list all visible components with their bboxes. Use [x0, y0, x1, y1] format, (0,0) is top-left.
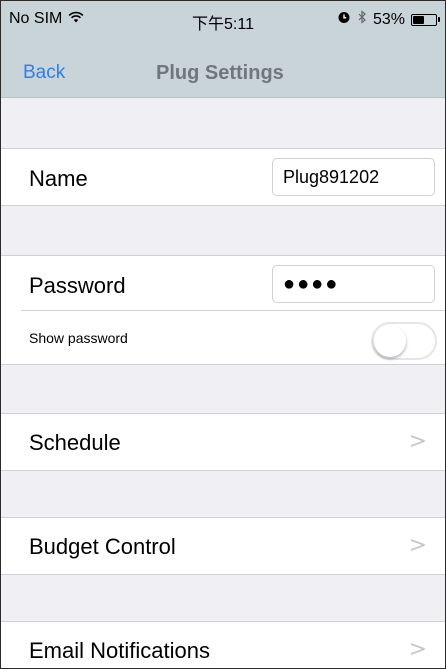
name-row: Name — [1, 148, 445, 206]
battery-fill — [413, 15, 424, 24]
name-label: Name — [29, 166, 88, 191]
status-right: 53% — [337, 10, 440, 29]
chevron-right-icon: > — [408, 533, 427, 558]
app-screen: No SIM 下午5:11 53% Back Plug Settings Nam… — [0, 0, 446, 669]
show-password-toggle-area — [355, 311, 445, 364]
name-field[interactable] — [272, 158, 435, 196]
bluetooth-icon — [357, 10, 367, 29]
budget-control-row[interactable]: Budget Control > — [1, 517, 445, 575]
email-notifications-label: Email Notifications — [29, 638, 210, 663]
name-input[interactable] — [273, 159, 434, 195]
show-password-label: Show password — [29, 330, 128, 346]
toggle-knob — [374, 325, 406, 357]
chevron-right-icon: > — [408, 637, 427, 662]
battery-percent: 53% — [372, 10, 405, 28]
password-field[interactable]: ●●●● — [272, 265, 435, 303]
budget-control-label: Budget Control — [29, 534, 176, 559]
password-group: Password ●●●● Show password — [1, 255, 445, 365]
page-title: Plug Settings — [156, 62, 284, 84]
show-password-toggle[interactable] — [371, 322, 437, 360]
schedule-row[interactable]: Schedule > — [1, 413, 445, 471]
alarm-icon — [337, 10, 351, 29]
back-button[interactable]: Back — [23, 62, 65, 84]
chevron-right-icon: > — [408, 429, 427, 454]
navigation-bar: Back Plug Settings — [1, 37, 445, 98]
battery-icon — [411, 13, 440, 26]
status-bar: No SIM 下午5:11 53% — [1, 1, 445, 37]
password-masked-value: ●●●● — [283, 273, 340, 295]
password-label: Password — [29, 273, 126, 298]
schedule-label: Schedule — [29, 430, 121, 455]
email-notifications-row[interactable]: Email Notifications > — [1, 621, 445, 668]
